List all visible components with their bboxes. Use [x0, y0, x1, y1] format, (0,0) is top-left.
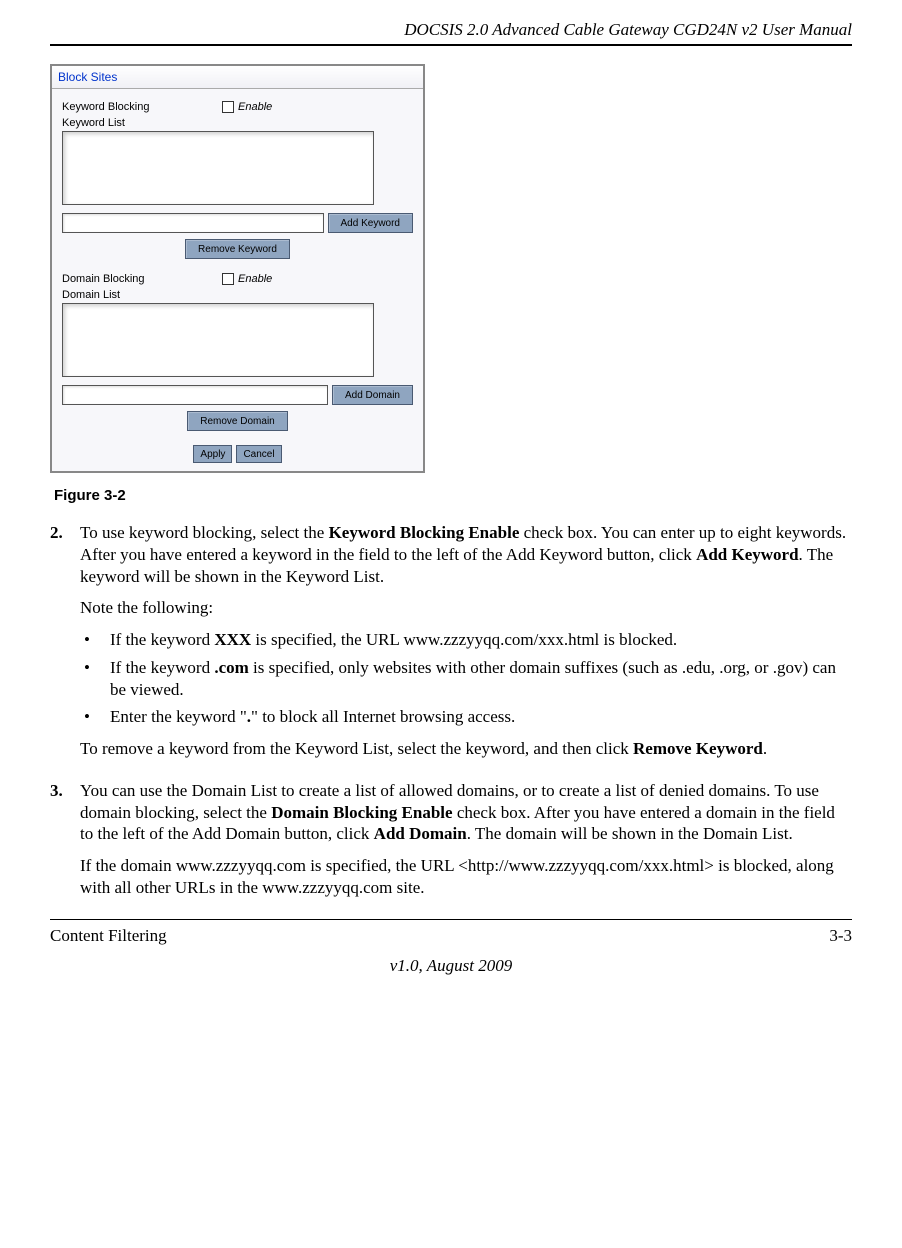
- step-2-para-1: To use keyword blocking, select the Keyw…: [80, 522, 852, 587]
- panel-title-bar: Block Sites: [52, 66, 423, 89]
- step-2-number: 2.: [50, 522, 80, 770]
- footer-rule: [50, 919, 852, 920]
- bullet-marker: •: [80, 657, 110, 701]
- keyword-list-label: Keyword List: [62, 117, 222, 129]
- running-header: DOCSIS 2.0 Advanced Cable Gateway CGD24N…: [50, 20, 852, 40]
- step-2-note: Note the following:: [80, 597, 852, 619]
- keyword-enable-label: Enable: [238, 101, 272, 113]
- figure-caption: Figure 3-2: [54, 487, 852, 504]
- domain-list-label: Domain List: [62, 289, 222, 301]
- footer-center: v1.0, August 2009: [50, 956, 852, 976]
- domain-enable-checkbox[interactable]: [222, 273, 234, 285]
- footer-row: Content Filtering 3-3: [50, 926, 852, 946]
- step-2: 2. To use keyword blocking, select the K…: [50, 522, 852, 770]
- add-keyword-button[interactable]: Add Keyword: [328, 213, 413, 233]
- domain-input[interactable]: [62, 385, 328, 405]
- keyword-input[interactable]: [62, 213, 324, 233]
- apply-button[interactable]: Apply: [193, 445, 232, 463]
- step-3-para-1: You can use the Domain List to create a …: [80, 780, 852, 845]
- bullet-marker: •: [80, 629, 110, 651]
- step-2-para-2: To remove a keyword from the Keyword Lis…: [80, 738, 852, 760]
- bullet-item: • If the keyword .com is specified, only…: [80, 657, 852, 701]
- keyword-enable-checkbox[interactable]: [222, 101, 234, 113]
- bullet-marker: •: [80, 706, 110, 728]
- block-sites-panel: Block Sites Keyword Blocking Enable Keyw…: [50, 64, 425, 473]
- domain-listbox[interactable]: [62, 303, 374, 377]
- keyword-listbox[interactable]: [62, 131, 374, 205]
- remove-keyword-button[interactable]: Remove Keyword: [185, 239, 290, 259]
- panel-title: Block Sites: [58, 70, 117, 84]
- header-rule: [50, 44, 852, 46]
- footer-right: 3-3: [829, 926, 852, 946]
- remove-domain-button[interactable]: Remove Domain: [187, 411, 287, 431]
- step-3-para-2: If the domain www.zzzyyqq.com is specifi…: [80, 855, 852, 899]
- step-3-number: 3.: [50, 780, 80, 909]
- bullet-item: • If the keyword XXX is specified, the U…: [80, 629, 852, 651]
- cancel-button[interactable]: Cancel: [236, 445, 281, 463]
- keyword-blocking-label: Keyword Blocking: [62, 101, 222, 113]
- step-3: 3. You can use the Domain List to create…: [50, 780, 852, 909]
- bullet-item: • Enter the keyword "." to block all Int…: [80, 706, 852, 728]
- domain-enable-label: Enable: [238, 273, 272, 285]
- domain-blocking-label: Domain Blocking: [62, 273, 222, 285]
- add-domain-button[interactable]: Add Domain: [332, 385, 413, 405]
- footer-left: Content Filtering: [50, 926, 167, 946]
